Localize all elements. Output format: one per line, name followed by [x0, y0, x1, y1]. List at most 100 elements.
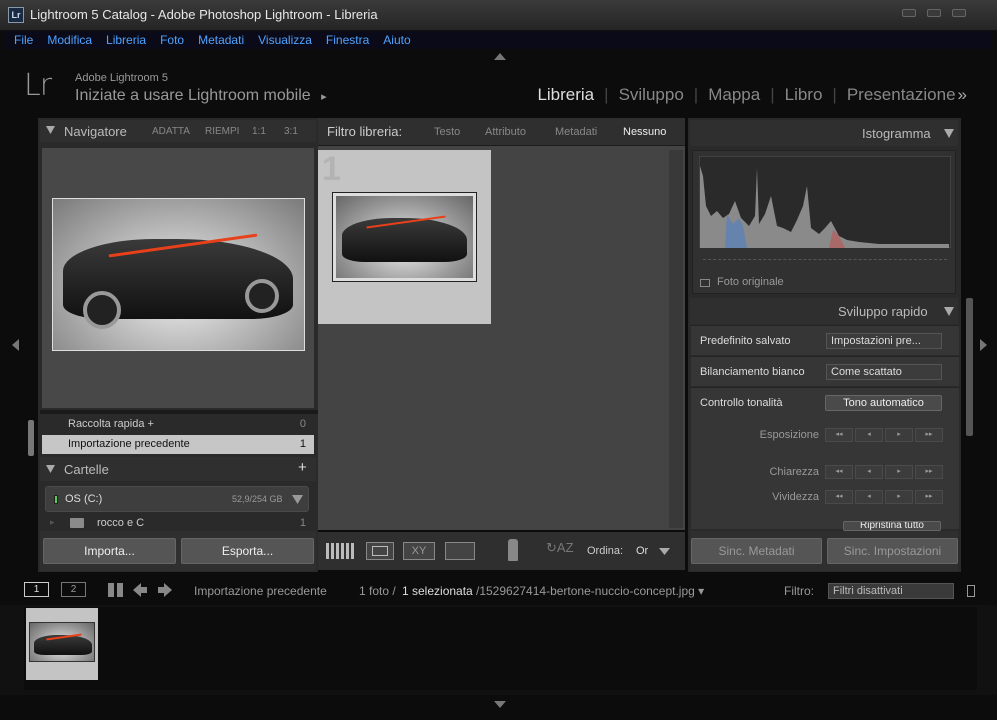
vibrance-inc[interactable]: ▸	[885, 490, 913, 504]
collapse-triangle-icon	[944, 307, 954, 316]
cell-index: 1	[322, 150, 341, 188]
collection-row[interactable]: Raccolta rapida + 0	[42, 415, 314, 434]
mobile-promo-link[interactable]: Iniziate a usare Lightroom mobile ▸	[75, 87, 327, 105]
menu-visualizza[interactable]: Visualizza	[250, 31, 318, 47]
collapse-bottom-panel-icon[interactable]	[494, 701, 506, 708]
selected-filename[interactable]: /1529627414-bertone-nuccio-concept.jpg ▾	[476, 584, 704, 598]
reset-all-button[interactable]: Ripristina tutto	[843, 521, 941, 531]
vibrance-dec[interactable]: ◂	[855, 490, 883, 504]
filter-metadata[interactable]: Metadati	[555, 126, 597, 138]
menu-finestra[interactable]: Finestra	[318, 31, 375, 47]
more-modules-icon[interactable]: »	[956, 85, 977, 104]
folders-header[interactable]: Cartelle +	[40, 457, 316, 481]
quick-develop-header[interactable]: Sviluppo rapido	[690, 298, 958, 324]
collapse-triangle-icon	[46, 465, 55, 473]
compare-view-icon[interactable]: XY	[403, 542, 435, 560]
folders-title: Cartelle	[64, 462, 109, 477]
grid-cell-selected[interactable]: 1	[318, 150, 491, 324]
loupe-view-icon[interactable]	[366, 542, 394, 560]
close-button[interactable]	[952, 9, 966, 17]
expand-arrow-icon[interactable]: ▸	[50, 517, 55, 528]
collapse-right-panel-icon[interactable]	[980, 339, 987, 351]
module-libro[interactable]: Libro	[775, 85, 833, 104]
module-presentazione[interactable]: Presentazione	[837, 85, 956, 104]
clarity-inc[interactable]: ▸	[885, 465, 913, 479]
sort-label: Ordina:	[587, 545, 624, 557]
menu-libreria[interactable]: Libreria	[98, 31, 152, 47]
white-balance-select[interactable]: Come scattato	[826, 364, 942, 380]
toolbar-menu-icon[interactable]	[659, 548, 670, 555]
filter-lock-icon[interactable]	[967, 585, 975, 597]
histogram-header[interactable]: Istogramma	[690, 120, 958, 146]
grid-shortcut-icon[interactable]	[108, 583, 123, 597]
sync-metadata-button[interactable]: Sinc. Metadati	[691, 538, 822, 564]
auto-tone-button[interactable]: Tono automatico	[825, 395, 942, 411]
filmstrip-thumbnail[interactable]	[26, 608, 98, 680]
collapse-triangle-icon	[292, 495, 303, 504]
secondary-window-button[interactable]: 2	[61, 582, 86, 597]
back-arrow-icon[interactable]	[133, 583, 147, 597]
module-sviluppo[interactable]: Sviluppo	[609, 85, 694, 104]
navigator-header[interactable]: Navigatore ADATTA RIEMPI 1:1 3:1	[40, 120, 316, 142]
maximize-button[interactable]	[927, 9, 941, 17]
saved-preset-select[interactable]: Impostazioni pre...	[826, 333, 942, 349]
right-panel-scrollbar[interactable]	[966, 298, 973, 436]
module-libreria[interactable]: Libreria	[527, 85, 604, 104]
collection-name: Raccolta rapida +	[68, 418, 154, 430]
menu-file[interactable]: File	[6, 31, 39, 47]
filmstrip-filter-select[interactable]: Filtri disattivati	[828, 583, 954, 599]
collection-row-selected[interactable]: Importazione precedente 1	[42, 435, 314, 454]
menu-foto[interactable]: Foto	[152, 31, 190, 47]
main-window-button[interactable]: 1	[24, 582, 49, 597]
zoom-3-1[interactable]: 3:1	[284, 126, 298, 137]
exposure-inc[interactable]: ▸	[885, 428, 913, 442]
left-panel-scrollbar[interactable]	[28, 420, 34, 456]
clarity-dec[interactable]: ◂	[855, 465, 883, 479]
filter-none[interactable]: Nessuno	[623, 126, 666, 138]
menu-aiuto[interactable]: Aiuto	[375, 31, 416, 47]
minimize-button[interactable]	[902, 9, 916, 17]
vibrance-label: Vividezza	[772, 491, 819, 503]
sort-value[interactable]: Or	[636, 545, 648, 557]
exposure-dec-large[interactable]: ◂◂	[825, 428, 853, 442]
library-filter-bar: Filtro libreria: Testo Attributo Metadat…	[318, 118, 685, 146]
grid-scrollbar[interactable]	[669, 150, 683, 528]
filter-attribute[interactable]: Attributo	[485, 126, 526, 138]
painter-spray-icon[interactable]	[508, 539, 518, 561]
grid-thumbnail[interactable]	[332, 192, 477, 282]
sync-settings-button[interactable]: Sinc. Impostazioni	[827, 538, 958, 564]
folder-row[interactable]: ▸ rocco e C 1	[42, 515, 314, 531]
volume-bar[interactable]: OS (C:) 52,9/254 GB	[45, 486, 309, 512]
filmstrip-source[interactable]: Importazione precedente	[194, 584, 327, 598]
import-button[interactable]: Importa...	[43, 538, 176, 564]
menu-metadati[interactable]: Metadati	[190, 31, 250, 47]
collection-name: Importazione precedente	[68, 438, 190, 450]
menu-modifica[interactable]: Modifica	[39, 31, 98, 47]
clarity-dec-large[interactable]: ◂◂	[825, 465, 853, 479]
zoom-fill[interactable]: RIEMPI	[205, 126, 239, 137]
exposure-inc-large[interactable]: ▸▸	[915, 428, 943, 442]
vibrance-inc-large[interactable]: ▸▸	[915, 490, 943, 504]
forward-arrow-icon[interactable]	[158, 583, 172, 597]
filter-text[interactable]: Testo	[434, 126, 460, 138]
filter-label: Filtro:	[784, 584, 814, 598]
sort-direction-icon[interactable]: ↻AZ	[546, 540, 580, 562]
grid-view-icon[interactable]	[326, 543, 354, 559]
exposure-dec[interactable]: ◂	[855, 428, 883, 442]
export-button[interactable]: Esporta...	[181, 538, 314, 564]
original-photo-checkbox[interactable]	[700, 279, 710, 287]
survey-view-icon[interactable]	[445, 542, 475, 560]
vibrance-dec-large[interactable]: ◂◂	[825, 490, 853, 504]
module-mappa[interactable]: Mappa	[698, 85, 770, 104]
clarity-inc-large[interactable]: ▸▸	[915, 465, 943, 479]
histogram-panel: Foto originale	[692, 150, 956, 294]
add-folder-icon[interactable]: +	[298, 459, 307, 476]
collapse-left-panel-icon[interactable]	[12, 339, 19, 351]
selected-count: 1 selezionata	[402, 584, 473, 598]
navigator-photo[interactable]	[52, 198, 305, 351]
photo-count: 1 foto /	[359, 584, 396, 598]
collapse-top-panel-icon[interactable]	[494, 53, 506, 60]
library-toolbar: XY ↻AZ Ordina: Or	[318, 532, 685, 570]
zoom-fit[interactable]: ADATTA	[152, 126, 190, 137]
zoom-1-1[interactable]: 1:1	[252, 126, 266, 137]
